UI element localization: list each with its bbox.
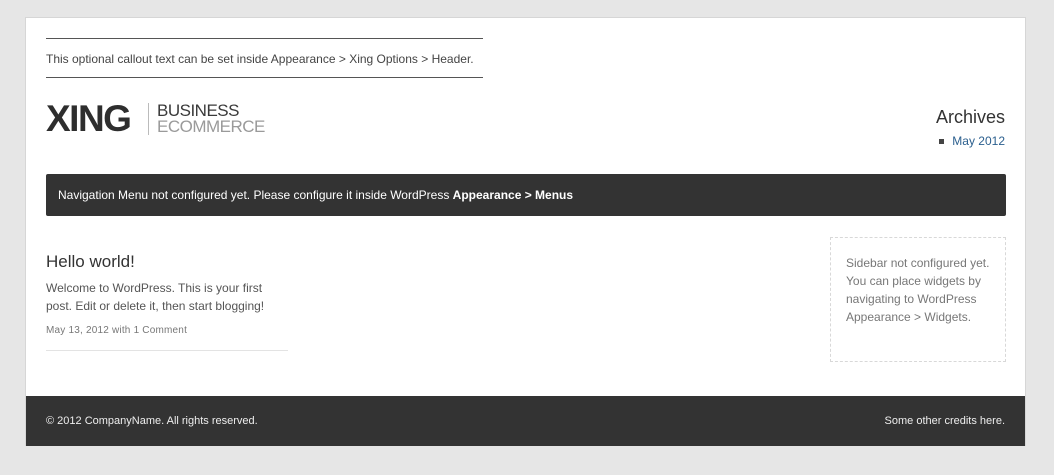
archives-title: Archives	[935, 107, 1005, 127]
nav-message: Navigation Menu not configured yet. Plea…	[58, 188, 453, 202]
archives-widget: Archives May 2012	[936, 108, 1005, 148]
square-bullet-icon	[939, 138, 945, 144]
logo-divider	[148, 103, 149, 135]
page-container: This optional callout text can be set in…	[25, 17, 1026, 446]
post-meta: May 13, 2012 with 1 Comment	[46, 325, 288, 351]
nav-menu-path: Appearance > Menus	[452, 188, 574, 202]
archives-item: May 2012	[936, 134, 1005, 148]
footer: © 2012 CompanyName. All rights reserved.…	[26, 396, 1025, 446]
logo-wordmark: XING	[46, 98, 132, 139]
archive-link-may-2012[interactable]: May 2012	[952, 134, 1005, 148]
post-excerpt: Welcome to WordPress. This is your first…	[46, 281, 265, 313]
post-title[interactable]: Hello world!	[46, 252, 288, 272]
header-callout: This optional callout text can be set in…	[46, 38, 483, 78]
post-comments-link[interactable]: 1 Comment	[134, 325, 188, 336]
sidebar-placeholder: Sidebar not configured yet. You can plac…	[830, 237, 1006, 362]
post-meta-with: with	[111, 325, 131, 336]
archives-list: May 2012	[936, 134, 1005, 148]
post-entry: Hello world! Welcome to WordPress. This …	[46, 252, 288, 351]
logo-tagline-ecommerce: ECOMMERCE	[157, 117, 265, 136]
navigation-bar: Navigation Menu not configured yet. Plea…	[46, 174, 1006, 216]
footer-copyright: © 2012 CompanyName. All rights reserved.	[46, 415, 258, 427]
post-date[interactable]: May 13, 2012	[46, 325, 109, 336]
footer-credits: Some other credits here.	[884, 415, 1005, 427]
